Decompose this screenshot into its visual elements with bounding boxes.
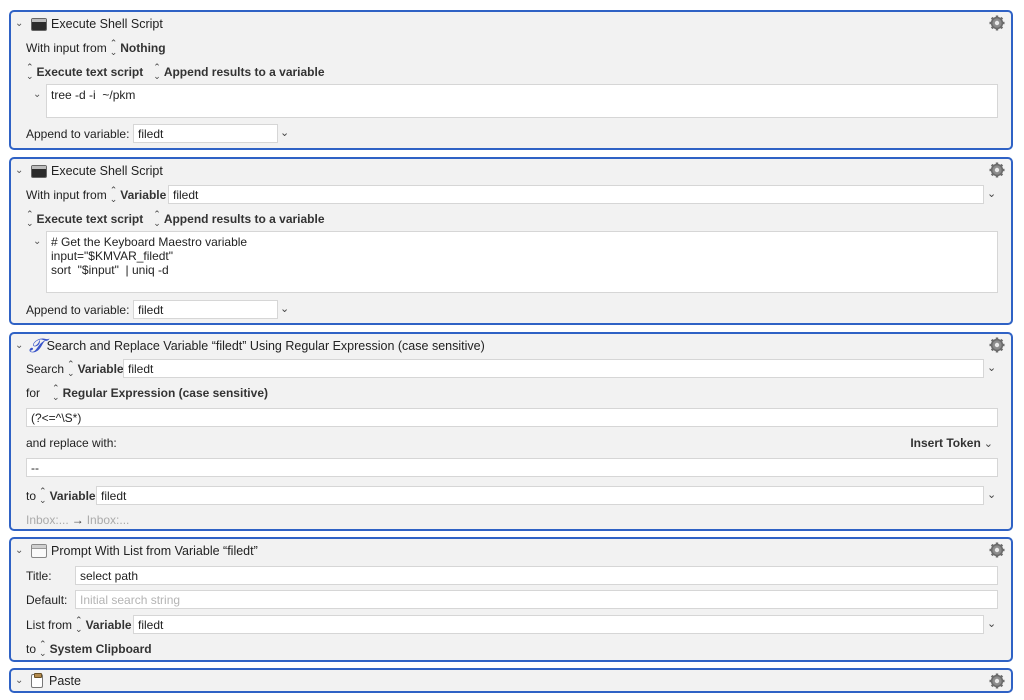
updown-icon: ⌃ ⌄ [153, 209, 161, 228]
variable-x-icon: 𝓣 [29, 335, 44, 357]
input-variable-field[interactable]: filedt [168, 185, 984, 204]
action-title: Search and Replace Variable “filedt” Usi… [46, 339, 485, 353]
chevron-down-icon[interactable]: ⌄ [15, 19, 25, 29]
destination-popup[interactable]: System Clipboard [50, 642, 152, 656]
search-variable-field[interactable]: filedt [123, 359, 984, 378]
chevron-down-icon: ⌄ [983, 437, 993, 450]
gear-icon[interactable] [989, 15, 1005, 31]
action-execute-shell-script-1[interactable]: ⌄ Execute Shell Script With input from ⌃… [9, 10, 1013, 150]
replacement-field[interactable]: -- [26, 458, 998, 477]
chevron-down-icon[interactable]: ⌄ [987, 187, 996, 200]
updown-icon: ⌃ ⌄ [26, 209, 34, 228]
script-mode-popup[interactable]: Execute text script [37, 212, 144, 226]
search-mode-popup[interactable]: Regular Expression (case sensitive) [63, 386, 268, 400]
default-search-field[interactable]: Initial search string [75, 590, 998, 609]
list-variable-field[interactable]: filedt [133, 615, 984, 634]
destination-variable-field[interactable]: filedt [96, 486, 984, 505]
input-from-label: With input from [26, 41, 107, 55]
destination-source-popup[interactable]: Variable [50, 489, 96, 503]
insert-token-button[interactable]: Insert Token [910, 436, 980, 450]
default-label: Default: [26, 593, 68, 607]
action-title: Paste [49, 674, 81, 688]
action-prompt-with-list[interactable]: ⌄ Prompt With List from Variable “filedt… [9, 537, 1013, 662]
chevron-down-icon[interactable]: ⌄ [280, 302, 289, 315]
append-label: Append to variable: [26, 303, 130, 317]
action-search-replace[interactable]: ⌄ 𝓣 Search and Replace Variable “filedt”… [9, 332, 1013, 531]
input-from-label: With input from [26, 188, 107, 202]
append-variable-field[interactable]: filedt [133, 124, 278, 143]
prompt-title-field[interactable]: select path [75, 566, 998, 585]
input-source-popup[interactable]: Variable [120, 188, 166, 202]
chevron-down-icon[interactable]: ⌄ [15, 166, 25, 176]
updown-icon: ⌃ ⌄ [67, 359, 75, 378]
updown-icon: ⌃ ⌄ [75, 615, 83, 634]
script-textarea[interactable]: # Get the Keyboard Maestro variable inpu… [46, 231, 998, 293]
terminal-icon [31, 164, 47, 178]
chevron-down-icon[interactable]: ⌄ [280, 126, 289, 139]
updown-icon: ⌃ ⌄ [153, 62, 161, 81]
action-paste[interactable]: ⌄ Paste [9, 668, 1013, 693]
gear-icon[interactable] [989, 542, 1005, 558]
script-mode-popup[interactable]: Execute text script [37, 65, 144, 79]
updown-icon: ⌃ ⌄ [39, 639, 47, 658]
chevron-down-icon[interactable]: ⌄ [33, 90, 43, 100]
arrow-right-icon: → [71, 513, 84, 527]
gear-icon[interactable] [989, 673, 1005, 689]
terminal-icon [31, 17, 47, 31]
clipboard-icon [31, 673, 43, 688]
append-variable-field[interactable]: filedt [133, 300, 278, 319]
inbox-from-label: Inbox:... [26, 513, 69, 527]
list-from-label: List from [26, 618, 73, 632]
action-execute-shell-script-2[interactable]: ⌄ Execute Shell Script With input from ⌃… [9, 157, 1013, 325]
gear-icon[interactable] [989, 337, 1005, 353]
chevron-down-icon[interactable]: ⌄ [15, 341, 25, 351]
chevron-down-icon[interactable]: ⌄ [15, 676, 25, 686]
to-label: to [26, 642, 37, 656]
action-title: Execute Shell Script [51, 17, 163, 31]
updown-icon: ⌃ ⌄ [109, 185, 118, 204]
action-title: Prompt With List from Variable “filedt” [51, 544, 258, 558]
list-source-popup[interactable]: Variable [86, 618, 132, 632]
script-textarea[interactable]: tree -d -i ~/pkm [46, 84, 998, 118]
to-label: to [26, 489, 37, 503]
title-label: Title: [26, 569, 52, 583]
search-label: Search [26, 362, 65, 376]
chevron-down-icon[interactable]: ⌄ [987, 488, 996, 501]
input-source-popup[interactable]: Nothing [120, 41, 165, 55]
updown-icon: ⌃ ⌄ [52, 383, 60, 402]
updown-icon: ⌃ ⌄ [39, 486, 47, 505]
output-mode-popup[interactable]: Append results to a variable [164, 212, 325, 226]
chevron-down-icon[interactable]: ⌄ [33, 237, 43, 247]
search-source-popup[interactable]: Variable [78, 362, 124, 376]
updown-icon: ⌃ ⌄ [26, 62, 34, 81]
action-title: Execute Shell Script [51, 164, 163, 178]
updown-icon: ⌃ ⌄ [109, 38, 118, 57]
regex-pattern-field[interactable]: (?<=^\S*) [26, 408, 998, 427]
window-icon [31, 544, 47, 558]
chevron-down-icon[interactable]: ⌄ [987, 617, 996, 630]
chevron-down-icon[interactable]: ⌄ [15, 546, 25, 556]
replace-label: and replace with: [26, 436, 117, 450]
chevron-down-icon[interactable]: ⌄ [987, 361, 996, 374]
append-label: Append to variable: [26, 127, 130, 141]
inbox-to-label: Inbox:... [86, 513, 130, 527]
gear-icon[interactable] [989, 162, 1005, 178]
output-mode-popup[interactable]: Append results to a variable [164, 65, 325, 79]
for-label: for [26, 386, 41, 400]
